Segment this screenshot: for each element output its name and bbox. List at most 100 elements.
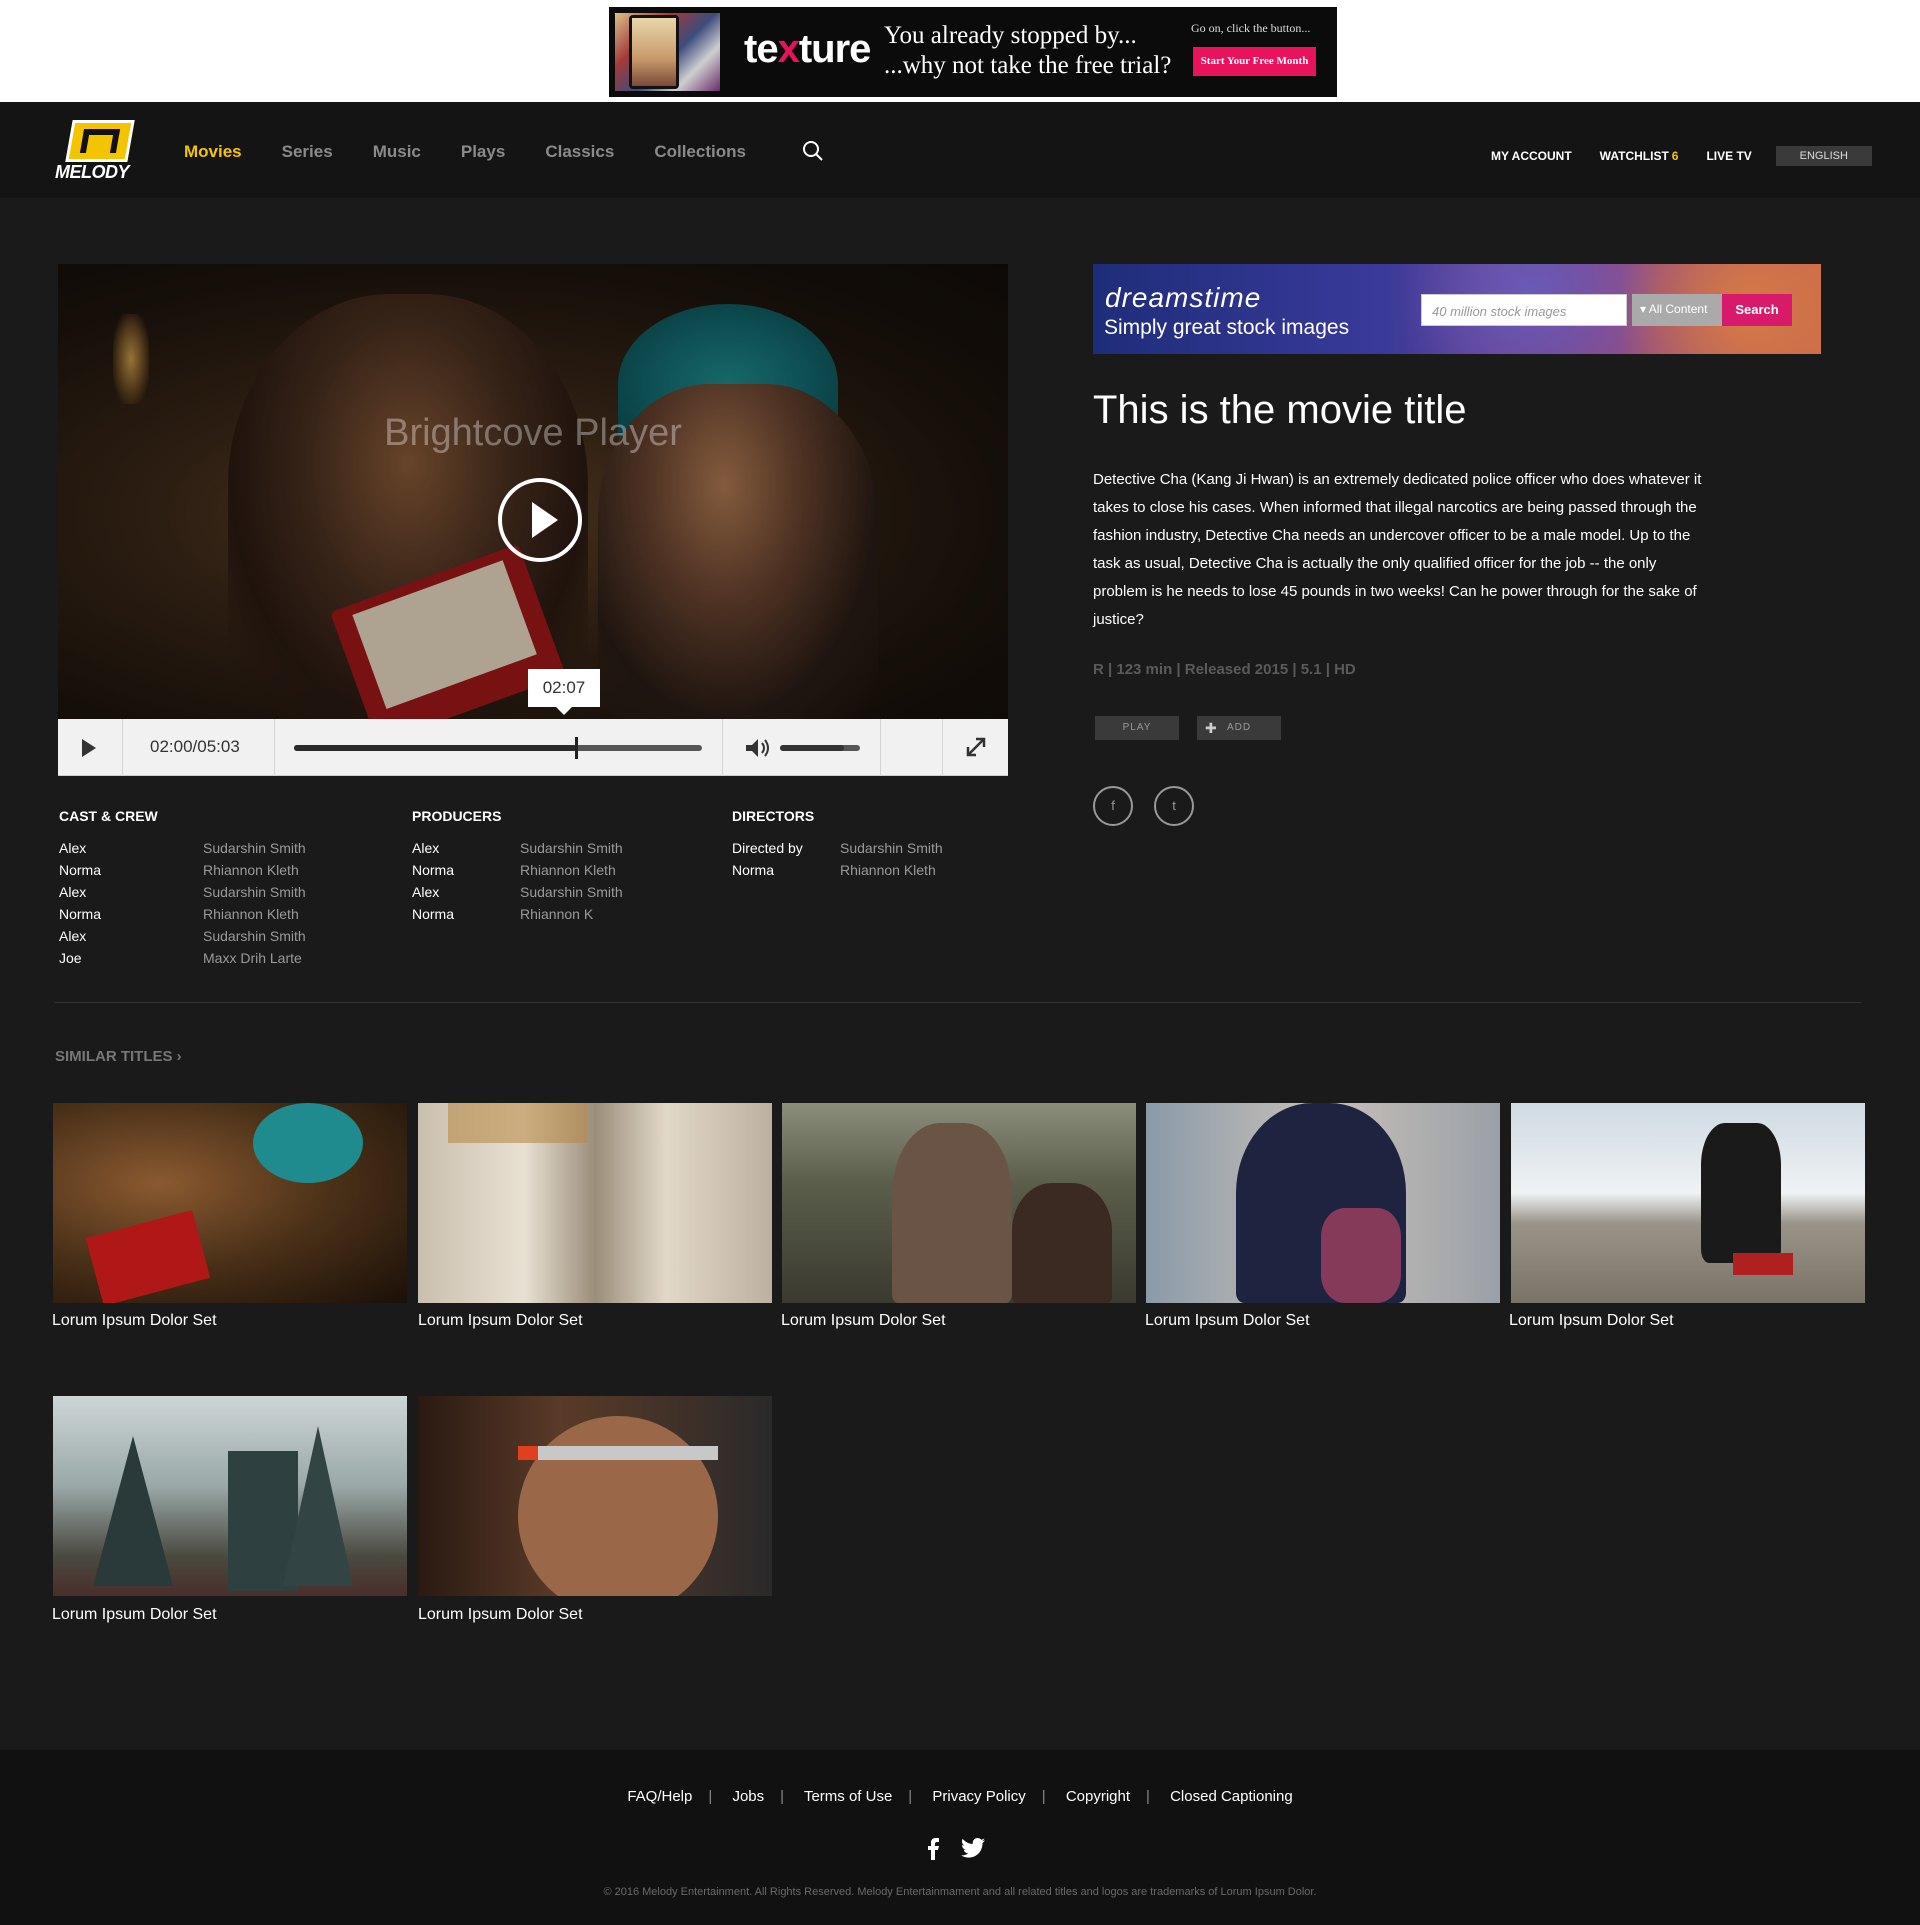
similar-title-thumbnail[interactable]	[53, 1103, 407, 1303]
big-play-button[interactable]	[498, 478, 582, 562]
footer-links: FAQ/Help | Jobs | Terms of Use | Privacy Po…	[627, 1788, 1293, 1805]
nav-music[interactable]: Music	[373, 142, 421, 162]
volume-slider[interactable]	[780, 745, 860, 751]
similar-title-thumbnail[interactable]	[1511, 1103, 1865, 1303]
credit-row: Norma Rhiannon Kleth	[412, 862, 616, 878]
directors-heading: DIRECTORS	[732, 808, 815, 824]
similar-title-thumbnail[interactable]	[782, 1103, 1136, 1303]
add-to-watchlist-button[interactable]: ✚ ADD	[1197, 716, 1281, 740]
plus-icon: ✚	[1205, 720, 1218, 736]
nav-classics[interactable]: Classics	[545, 142, 614, 162]
main-nav: MELODY Movies Series Music Plays Classic…	[0, 102, 1920, 198]
section-divider	[55, 1002, 1861, 1003]
footer-social	[925, 1838, 985, 1860]
twitter-share-button[interactable]: t	[1154, 786, 1194, 826]
credit-row: Norma Rhiannon Kleth	[732, 862, 936, 878]
similar-title-label[interactable]: Lorum Ipsum Dolor Set	[1509, 1312, 1674, 1330]
dreamstime-logo: dreamstime	[1105, 282, 1262, 313]
dreamstime-search-input[interactable]: 40 million stock images	[1421, 294, 1627, 326]
footer: FAQ/Help | Jobs | Terms of Use | Privacy Po…	[0, 1750, 1920, 1925]
credit-row: Directed by Sudarshin Smith	[732, 840, 943, 856]
credit-row: Alex Sudarshin Smith	[412, 884, 623, 900]
similar-title-thumbnail[interactable]	[53, 1396, 407, 1596]
credit-row: Norma Rhiannon Kleth	[59, 862, 299, 878]
start-free-month-button[interactable]: Start Your Free Month	[1193, 47, 1316, 76]
time-display: 02:00/05:03	[150, 737, 240, 756]
dreamstime-search-button[interactable]: Search	[1722, 294, 1792, 326]
play-button[interactable]: PLAY	[1095, 716, 1179, 740]
similar-title-label[interactable]: Lorum Ipsum Dolor Set	[52, 1606, 217, 1624]
similar-titles-heading[interactable]: SIMILAR TITLES ›	[55, 1048, 182, 1065]
cast-crew-section: CAST & CREW Alex Sudarshin Smith Norma Rhi…	[59, 808, 306, 972]
producers-section: PRODUCERS Alex Sudarshin Smith Norma Rhian…	[412, 808, 623, 928]
fullscreen-icon[interactable]	[964, 735, 988, 759]
facebook-icon: f	[1111, 798, 1115, 813]
progress-bar[interactable]	[294, 737, 702, 759]
facebook-share-button[interactable]: f	[1093, 786, 1133, 826]
twitter-icon: t	[1172, 798, 1176, 813]
jobs-link[interactable]: Jobs	[732, 1788, 764, 1805]
language-selector[interactable]: ENGLISH	[1775, 146, 1872, 166]
progress-handle[interactable]	[574, 737, 578, 759]
watchlist-link[interactable]: WATCHLIST 6	[1600, 149, 1679, 163]
similar-title-label[interactable]: Lorum Ipsum Dolor Set	[418, 1606, 583, 1624]
search-icon[interactable]	[802, 140, 824, 162]
similar-title-label[interactable]: Lorum Ipsum Dolor Set	[781, 1312, 946, 1330]
dreamstime-tagline: Simply great stock images	[1104, 316, 1350, 339]
closed-captioning-link[interactable]: Closed Captioning	[1170, 1788, 1293, 1805]
credit-row: Alex Sudarshin Smith	[59, 928, 306, 944]
similar-title-thumbnail[interactable]	[418, 1396, 772, 1596]
progress-played	[294, 745, 576, 751]
player-controls: 02:00/05:03	[58, 719, 1008, 776]
nav-links: Movies Series Music Plays Classics Colle…	[184, 142, 786, 162]
dreamstime-ad-banner[interactable]: dreamstime Simply great stock images 40 …	[1093, 264, 1821, 354]
texture-ad-banner[interactable]: texture You already stopped by... ...why…	[609, 7, 1337, 97]
my-account-link[interactable]: MY ACCOUNT	[1491, 149, 1572, 163]
texture-tagline: You already stopped by... ...why not tak…	[884, 22, 1172, 79]
credit-row: Joe Maxx Drih Larte	[59, 950, 302, 966]
credit-row: Norma Rhiannon K	[412, 906, 594, 922]
movie-title: This is the movie title	[1093, 388, 1467, 432]
movie-meta: R | 123 min | Released 2015 | 5.1 | HD	[1093, 661, 1356, 678]
nav-plays[interactable]: Plays	[461, 142, 505, 162]
nav-collections[interactable]: Collections	[654, 142, 746, 162]
similar-title-thumbnail[interactable]	[418, 1103, 772, 1303]
live-tv-link[interactable]: LIVE TV	[1706, 149, 1751, 163]
nav-series[interactable]: Series	[282, 142, 333, 162]
credit-row: Alex Sudarshin Smith	[412, 840, 623, 856]
copyright-text: © 2016 Melody Entertainment. All Rights …	[603, 1886, 1317, 1898]
credit-row: Alex Sudarshin Smith	[59, 840, 306, 856]
privacy-link[interactable]: Privacy Policy	[932, 1788, 1025, 1805]
producers-heading: PRODUCERS	[412, 808, 502, 824]
watchlist-count: 6	[1671, 149, 1679, 163]
terms-link[interactable]: Terms of Use	[804, 1788, 892, 1805]
facebook-icon[interactable]	[925, 1838, 941, 1860]
cast-crew-heading: CAST & CREW	[59, 808, 158, 824]
volume-level	[780, 745, 844, 751]
seek-time-tooltip: 02:07	[528, 669, 600, 715]
similar-title-label[interactable]: Lorum Ipsum Dolor Set	[418, 1312, 583, 1330]
top-ad-bar: texture You already stopped by... ...why…	[0, 0, 1920, 102]
magazine-collage-image	[615, 13, 720, 91]
directors-section: DIRECTORS Directed by Sudarshin Smith Nor…	[732, 808, 943, 884]
copyright-link[interactable]: Copyright	[1066, 1788, 1130, 1805]
credit-row: Alex Sudarshin Smith	[59, 884, 306, 900]
twitter-icon[interactable]	[961, 1838, 985, 1858]
volume-icon[interactable]	[744, 737, 772, 759]
player-watermark: Brightcove Player	[384, 412, 682, 454]
similar-title-label[interactable]: Lorum Ipsum Dolor Set	[52, 1312, 217, 1330]
faq-link[interactable]: FAQ/Help	[627, 1788, 692, 1805]
dreamstime-content-select[interactable]: ▾ All Content	[1632, 294, 1722, 326]
video-player: Brightcove Player 02:07 02:00/05:03	[58, 264, 1008, 776]
texture-prompt: Go on, click the button...	[1191, 21, 1311, 35]
movie-description: Detective Cha (Kang Ji Hwan) is an extre…	[1093, 471, 1702, 628]
similar-title-thumbnail[interactable]	[1146, 1103, 1500, 1303]
video-frame[interactable]: Brightcove Player	[58, 264, 1008, 719]
nav-account-links: MY ACCOUNT WATCHLIST 6 LIVE TV ENGLISH	[1491, 146, 1872, 166]
melody-logo[interactable]: MELODY	[55, 118, 141, 184]
nav-movies[interactable]: Movies	[184, 142, 242, 162]
credit-row: Norma Rhiannon Kleth	[59, 906, 299, 922]
texture-logo: texture	[744, 27, 871, 71]
play-icon[interactable]	[82, 739, 96, 757]
similar-title-label[interactable]: Lorum Ipsum Dolor Set	[1145, 1312, 1310, 1330]
